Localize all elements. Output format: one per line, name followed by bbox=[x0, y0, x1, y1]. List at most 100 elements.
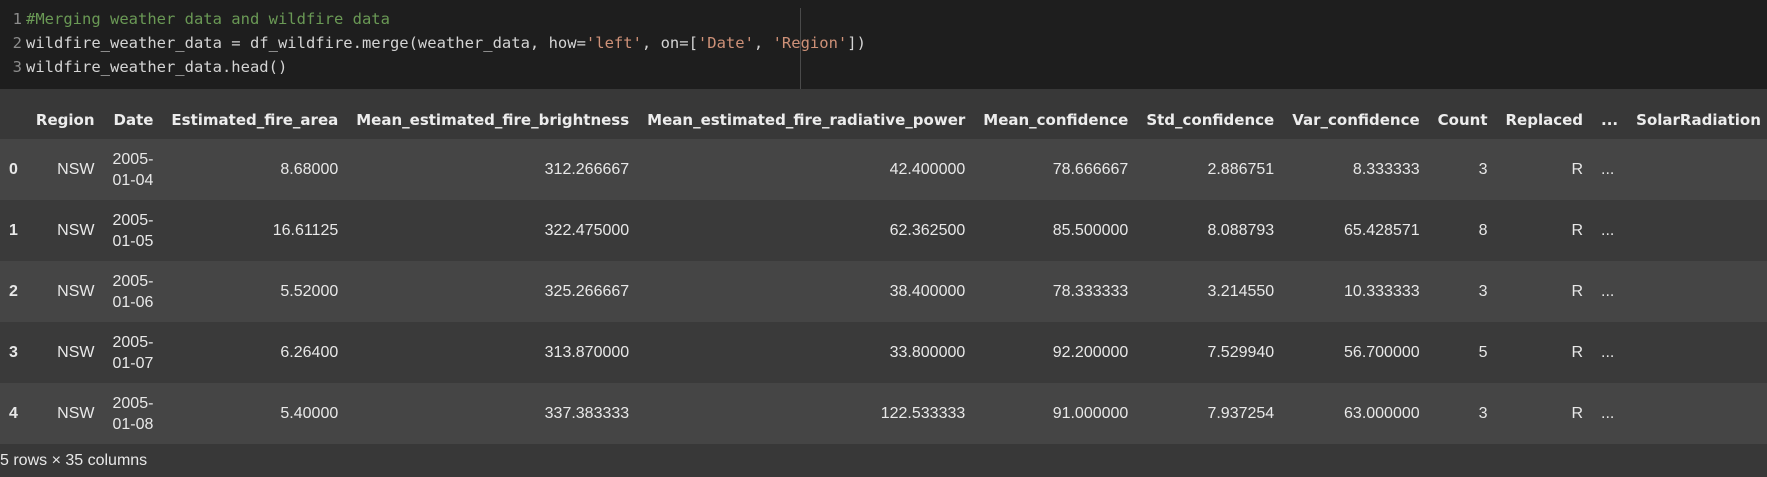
column-header bbox=[0, 101, 27, 139]
table-cell-ellipsis: ... bbox=[1592, 322, 1628, 383]
table-row: 3 NSW 2005-01-07 6.26400 313.870000 33.800000… bbox=[0, 322, 1767, 383]
code-ruler bbox=[800, 8, 801, 89]
table-cell: R bbox=[1496, 322, 1593, 383]
table-cell-date: 2005-01-04 bbox=[103, 139, 163, 200]
table-row: 1 NSW 2005-01-05 16.61125 322.475000 62.36250… bbox=[0, 200, 1767, 261]
row-index: 3 bbox=[0, 322, 27, 383]
table-row: 0 NSW 2005-01-04 8.68000 312.266667 42.400000… bbox=[0, 139, 1767, 200]
column-header: Date bbox=[103, 101, 163, 139]
table-cell: R bbox=[1496, 383, 1593, 444]
cell-output: Region Date Estimated_fire_area Mean_estima… bbox=[0, 89, 1767, 477]
code-token-string: 'left' bbox=[585, 34, 642, 52]
column-header: Estimated_fire_area bbox=[162, 101, 348, 139]
code-token-plain: wildfire_weather_data = df_wildfire.merg… bbox=[26, 34, 586, 52]
table-cell: 56.700000 bbox=[1283, 322, 1429, 383]
column-header: Mean_confidence bbox=[974, 101, 1138, 139]
table-cell bbox=[1627, 139, 1767, 200]
table-cell: 5.52000 bbox=[162, 261, 348, 322]
table-cell: 38.400000 bbox=[638, 261, 975, 322]
row-index: 1 bbox=[0, 200, 27, 261]
table-cell: R bbox=[1496, 261, 1593, 322]
table-header-row: Region Date Estimated_fire_area Mean_estima… bbox=[0, 101, 1767, 139]
code-text: wildfire_weather_data = df_wildfire.merg… bbox=[26, 31, 866, 55]
table-cell-date: 2005-01-08 bbox=[103, 383, 163, 444]
table-row: 2 NSW 2005-01-06 5.52000 325.266667 38.400000… bbox=[0, 261, 1767, 322]
code-editor[interactable]: 1 #Merging weather data and wildfire data… bbox=[0, 7, 1767, 79]
table-cell bbox=[1627, 200, 1767, 261]
table-cell: 313.870000 bbox=[347, 322, 639, 383]
table-cell: 3 bbox=[1428, 261, 1497, 322]
column-header: Mean_estimated_fire_radiative_power bbox=[638, 101, 975, 139]
table-cell: 16.61125 bbox=[162, 200, 348, 261]
column-header: Mean_estimated_fire_brightness bbox=[347, 101, 639, 139]
table-cell: 312.266667 bbox=[347, 139, 639, 200]
table-cell: 5 bbox=[1428, 322, 1497, 383]
row-index: 4 bbox=[0, 383, 27, 444]
code-token-plain: , on=[ bbox=[641, 34, 698, 52]
table-cell: NSW bbox=[26, 383, 104, 444]
table-cell: NSW bbox=[26, 322, 104, 383]
column-header: Region bbox=[26, 101, 104, 139]
table-cell: 7.529940 bbox=[1137, 322, 1284, 383]
table-cell: 3.214550 bbox=[1137, 261, 1284, 322]
column-header: Replaced bbox=[1496, 101, 1593, 139]
table-cell: 78.666667 bbox=[974, 139, 1138, 200]
table-body: 0 NSW 2005-01-04 8.68000 312.266667 42.400000… bbox=[0, 139, 1767, 444]
table-cell: 325.266667 bbox=[347, 261, 639, 322]
table-cell bbox=[1627, 261, 1767, 322]
code-line[interactable]: 2 wildfire_weather_data = df_wildfire.mer… bbox=[0, 31, 1767, 55]
table-cell: 2.886751 bbox=[1137, 139, 1284, 200]
column-header: ... bbox=[1592, 101, 1628, 139]
table-cell: 78.333333 bbox=[974, 261, 1138, 322]
table-row: 4 NSW 2005-01-08 5.40000 337.383333 122.53333… bbox=[0, 383, 1767, 444]
table-cell: R bbox=[1496, 139, 1593, 200]
table-cell: 91.000000 bbox=[974, 383, 1138, 444]
code-text: wildfire_weather_data.head() bbox=[26, 55, 287, 79]
table-cell: NSW bbox=[26, 261, 104, 322]
line-number: 1 bbox=[12, 10, 22, 28]
code-token-plain: ]) bbox=[847, 34, 866, 52]
line-number: 3 bbox=[12, 58, 22, 76]
code-token-string: 'Region' bbox=[772, 34, 848, 52]
dataframe-table: Region Date Estimated_fire_area Mean_estima… bbox=[0, 101, 1767, 444]
column-header: SolarRadiation bbox=[1627, 101, 1767, 139]
column-header: Count bbox=[1428, 101, 1497, 139]
table-cell: 8 bbox=[1428, 200, 1497, 261]
dataframe-shape-note: 5 rows × 35 columns bbox=[0, 452, 148, 469]
table-cell: 8.68000 bbox=[162, 139, 348, 200]
table-cell: 8.333333 bbox=[1283, 139, 1429, 200]
code-line[interactable]: 3 wildfire_weather_data.head() bbox=[0, 55, 1767, 79]
table-cell: 5.40000 bbox=[162, 383, 348, 444]
table-cell: 92.200000 bbox=[974, 322, 1138, 383]
table-cell: R bbox=[1496, 200, 1593, 261]
table-cell: 322.475000 bbox=[347, 200, 639, 261]
table-cell: 3 bbox=[1428, 383, 1497, 444]
table-cell bbox=[1627, 322, 1767, 383]
table-cell-date: 2005-01-06 bbox=[103, 261, 163, 322]
table-cell: 33.800000 bbox=[638, 322, 975, 383]
column-header: Std_confidence bbox=[1137, 101, 1284, 139]
line-number: 2 bbox=[12, 34, 22, 52]
row-index: 2 bbox=[0, 261, 27, 322]
table-cell: 6.26400 bbox=[162, 322, 348, 383]
table-cell: 65.428571 bbox=[1283, 200, 1429, 261]
table-cell: 7.937254 bbox=[1137, 383, 1284, 444]
code-text: #Merging weather data and wildfire data bbox=[26, 7, 390, 31]
code-cell[interactable]: 1 #Merging weather data and wildfire data… bbox=[0, 0, 1767, 89]
table-cell: 8.088793 bbox=[1137, 200, 1284, 261]
code-line[interactable]: 1 #Merging weather data and wildfire data bbox=[0, 7, 1767, 31]
table-cell-ellipsis: ... bbox=[1592, 261, 1628, 322]
code-token-comment: #Merging weather data and wildfire data bbox=[26, 10, 390, 28]
table-cell: 63.000000 bbox=[1283, 383, 1429, 444]
code-token-plain: , bbox=[753, 34, 773, 52]
table-cell-ellipsis: ... bbox=[1592, 200, 1628, 261]
table-cell: 10.333333 bbox=[1283, 261, 1429, 322]
row-index: 0 bbox=[0, 139, 27, 200]
table-cell-ellipsis: ... bbox=[1592, 139, 1628, 200]
table-cell: 3 bbox=[1428, 139, 1497, 200]
table-cell-date: 2005-01-05 bbox=[103, 200, 163, 261]
table-cell-date: 2005-01-07 bbox=[103, 322, 163, 383]
code-token-string: 'Date' bbox=[697, 34, 754, 52]
table-cell bbox=[1627, 383, 1767, 444]
column-header: Var_confidence bbox=[1283, 101, 1429, 139]
